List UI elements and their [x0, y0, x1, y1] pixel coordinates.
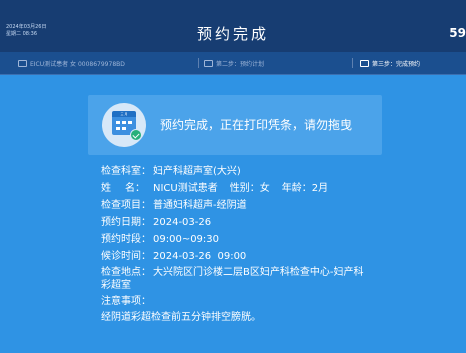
- appointment-date-value: 2024-03-26: [153, 217, 212, 228]
- calendar-icon: [204, 59, 213, 67]
- wait-time-value: 2024-03-26 09:00: [153, 251, 247, 262]
- detail-row-department: 检查科室： 妇产科超声室(大兴): [101, 165, 241, 179]
- notes-value: 经阴道彩超检查前五分钟排空膀胱。: [101, 312, 261, 323]
- top-bar: 2024年03月26日 星期二 08:36 预约完成 59: [0, 0, 466, 52]
- detail-label: 注意事项：: [101, 296, 151, 307]
- detail-label: 检查地点：: [101, 267, 151, 278]
- detail-label: 姓 名：: [101, 182, 145, 196]
- detail-row-date: 预约日期： 2024-03-26: [101, 216, 211, 230]
- calendar-cell: [116, 121, 120, 124]
- step-label: 第二步：预约计划: [216, 60, 265, 68]
- id-card-icon: [18, 59, 27, 67]
- detail-row-item: 检查项目： 普通妇科超声-经阴道: [101, 199, 247, 213]
- calendar-cell: [122, 127, 126, 130]
- status-card: 三 月 预约完成，正在打印凭条，请勿拖曳: [88, 95, 382, 155]
- detail-row-patient: 姓 名： NICU测试患者 性别：女 年龄：2月: [101, 182, 328, 196]
- label-part: 姓: [101, 183, 111, 194]
- step-label: EICU测试患者 女 0008679978BD: [30, 60, 125, 68]
- patient-name-value: NICU测试患者: [153, 183, 218, 194]
- label-part: 名：: [125, 183, 145, 194]
- detail-row-wait: 候诊时间： 2024-03-26 09:00: [101, 250, 246, 264]
- step-divider: [352, 58, 353, 68]
- age-value: 2月: [311, 183, 329, 194]
- detail-row-slot: 预约时段： 09:00~09:30: [101, 233, 219, 247]
- check-icon: [130, 129, 142, 141]
- location-value-cont: 彩超室: [101, 280, 131, 291]
- department-value: 妇产科超声室(大兴): [153, 166, 241, 177]
- detail-label: 候诊时间：: [101, 251, 151, 262]
- detail-label: 预约时段：: [101, 234, 151, 245]
- detail-row-location: 检查地点： 大兴院区门诊楼二层B区妇产科检查中心-妇产科: [101, 266, 363, 280]
- step-divider: [198, 58, 199, 68]
- step-appointment-plan: 第二步：预约计划: [204, 52, 264, 74]
- calendar-cell: [122, 121, 126, 124]
- step-patient-info: EICU测试患者 女 0008679978BD: [18, 52, 125, 74]
- checklist-icon: [360, 59, 369, 67]
- countdown-timer: 59: [449, 26, 466, 40]
- detail-label: 检查项目：: [101, 200, 151, 211]
- detail-label: 检查科室：: [101, 166, 151, 177]
- location-value: 大兴院区门诊楼二层B区妇产科检查中心-妇产科: [153, 267, 364, 278]
- step-complete: 第三步：完成预约: [360, 52, 420, 74]
- status-message: 预约完成，正在打印凭条，请勿拖曳: [160, 118, 353, 132]
- page-title: 预约完成: [196, 25, 269, 43]
- gender-value: 女: [259, 183, 270, 194]
- calendar-header: 三 月: [112, 111, 136, 117]
- calendar-cell: [128, 121, 132, 124]
- detail-row-location-cont: 彩超室: [101, 279, 131, 293]
- calendar-check-icon: 三 月: [102, 103, 146, 147]
- exam-item-value: 普通妇科超声-经阴道: [153, 200, 247, 211]
- calendar-cell: [116, 127, 120, 130]
- age-label: 年龄：: [281, 183, 312, 194]
- detail-label: 预约日期：: [101, 217, 151, 228]
- detail-row-notes: 注意事项：: [101, 295, 153, 309]
- detail-row-notes-text: 经阴道彩超检查前五分钟排空膀胱。: [101, 311, 261, 325]
- step-label: 第三步：完成预约: [372, 60, 421, 68]
- time-slot-value: 09:00~09:30: [153, 234, 220, 245]
- gender-label: 性别：: [229, 183, 260, 194]
- step-bar: EICU测试患者 女 0008679978BD 第二步：预约计划 第三步：完成预…: [0, 52, 466, 75]
